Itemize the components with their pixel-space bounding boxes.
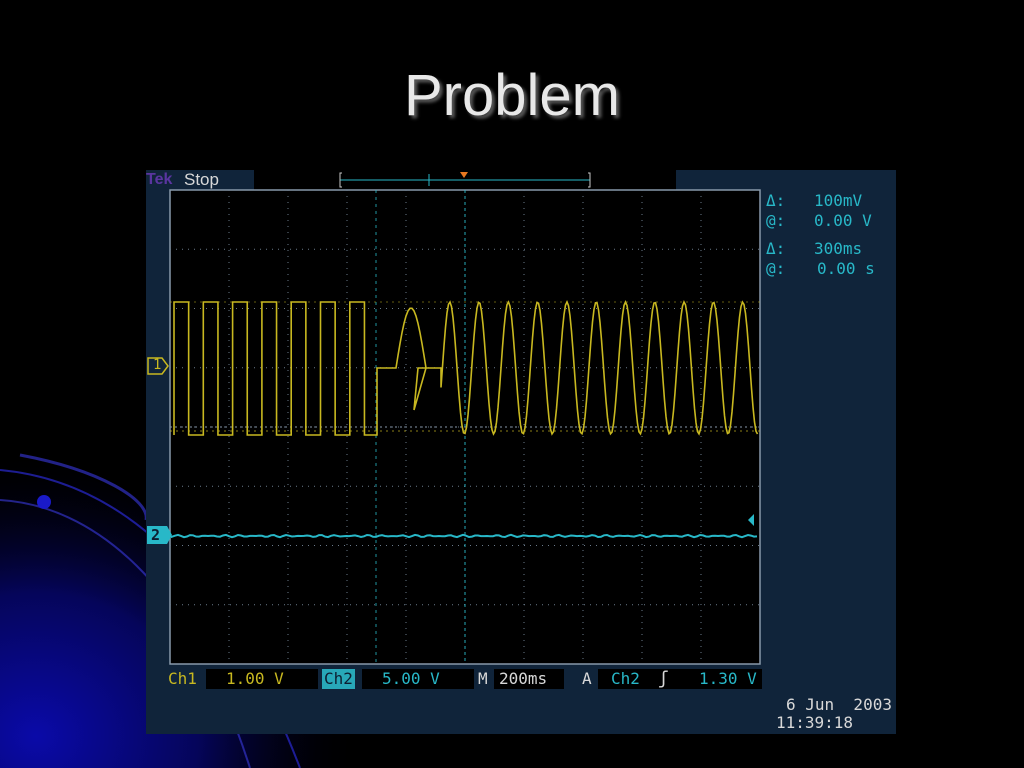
timebase-scale: 200ms <box>499 669 548 688</box>
delta-v-symbol: Δ: <box>766 191 786 210</box>
delta-t-symbol: Δ: <box>766 239 786 258</box>
at-t-readout: 0.00 s <box>817 259 875 278</box>
delta-v-readout: 100mV <box>814 191 863 210</box>
at-t-symbol: @: <box>766 259 786 278</box>
ch1-label: Ch1 <box>168 669 197 688</box>
capture-date: 6 Jun 2003 <box>786 695 892 714</box>
capture-time: 11:39:18 <box>776 713 854 732</box>
timebase-label: M <box>478 669 488 688</box>
slide-title: Problem <box>404 63 620 128</box>
delta-t-readout: 300ms <box>814 239 863 258</box>
rising-edge-icon: ʃ <box>658 668 669 689</box>
at-v-symbol: @: <box>766 211 786 230</box>
ch2-label: Ch2 <box>322 669 355 689</box>
trigger-level: 1.30 V <box>699 669 757 688</box>
ch2-marker-label: 2 <box>151 526 161 544</box>
ch1-marker-label: 1 <box>153 357 162 373</box>
ch1-scale: 1.00 V <box>226 669 284 688</box>
at-v-readout: 0.00 V <box>814 211 872 230</box>
trigger-source: Ch2 <box>611 669 640 688</box>
acquisition-status: Stop <box>184 170 219 189</box>
ch2-scale: 5.00 V <box>382 669 440 688</box>
trigger-label: A <box>582 669 592 688</box>
tek-logo: Tek <box>146 171 173 188</box>
oscilloscope-screenshot: Tek Stop 1 2 Δ: 100mV @: 0.00 V Δ: 300ms… <box>146 170 896 734</box>
